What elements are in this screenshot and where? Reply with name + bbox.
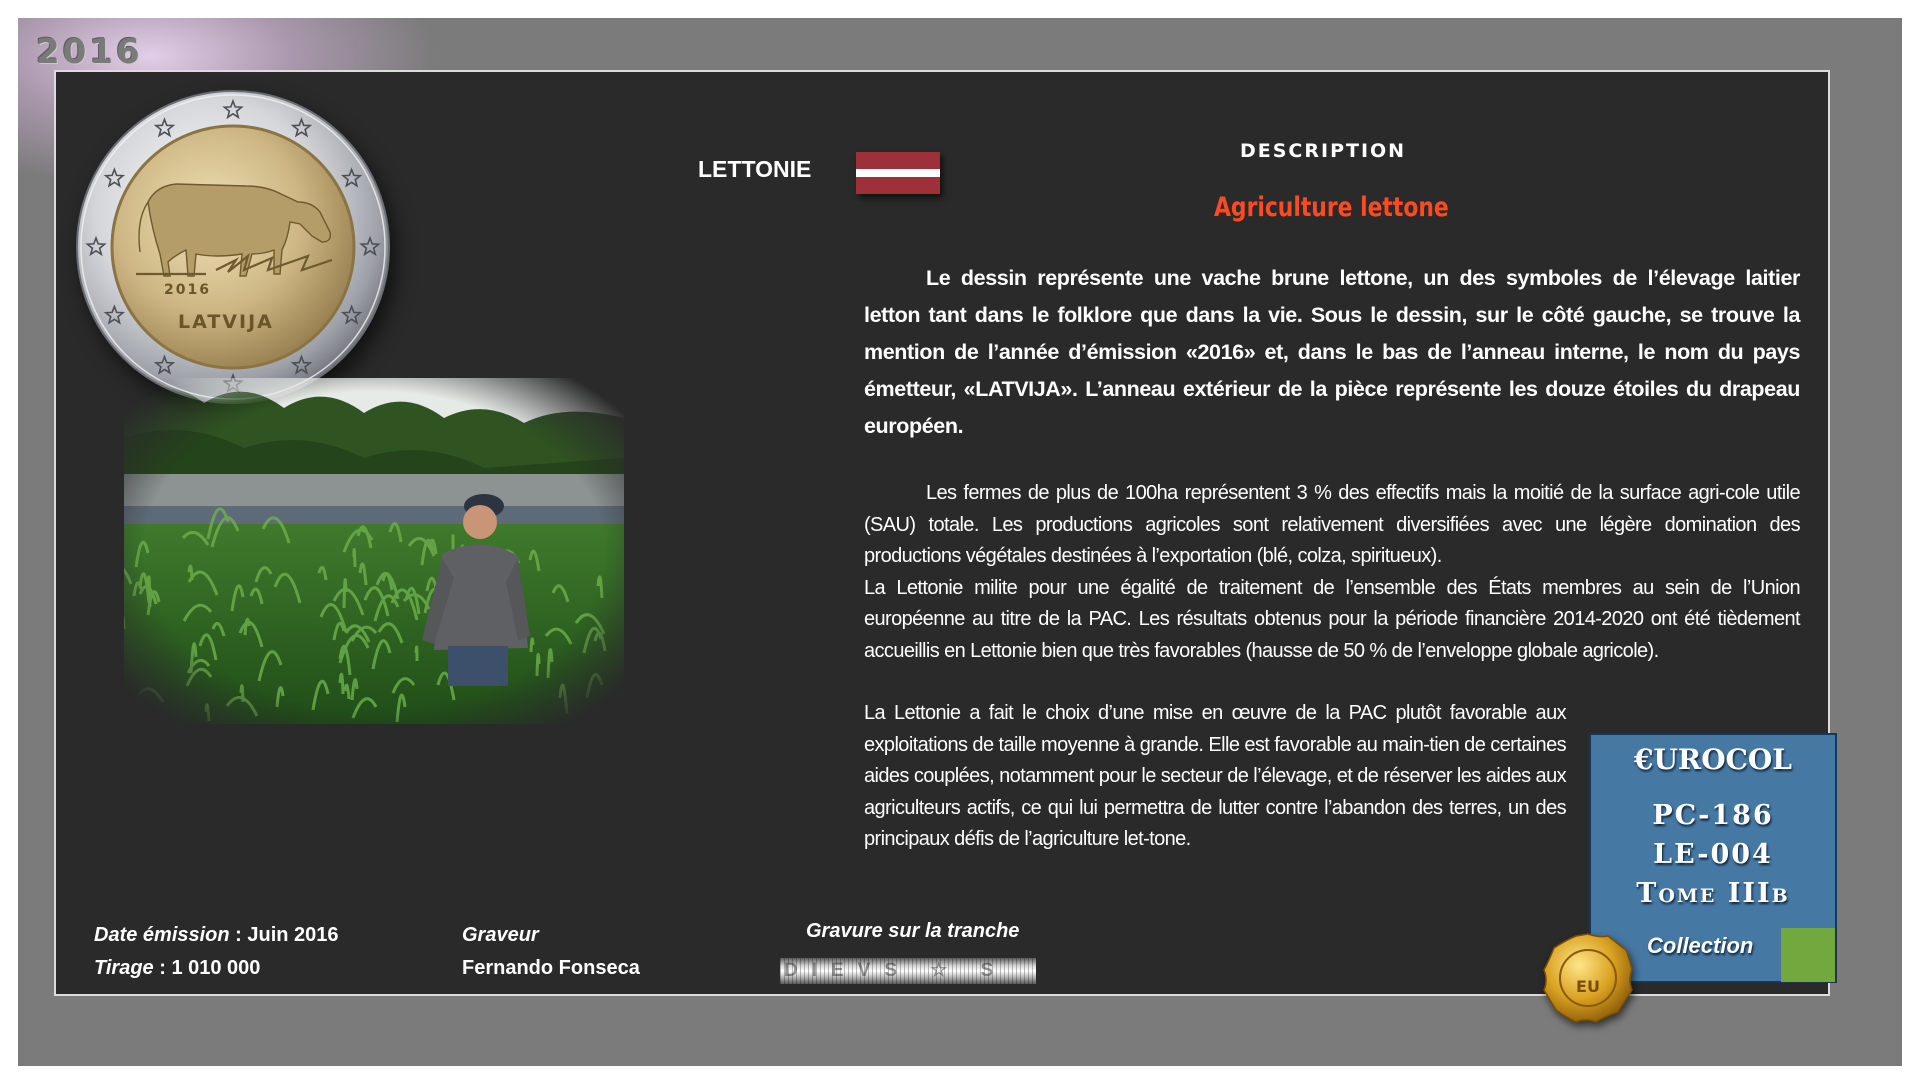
svg-text:EU: EU <box>1576 977 1600 996</box>
edge-inscription-text: DIEVS ☆ S <box>784 960 1008 981</box>
collection-status-square <box>1781 928 1835 982</box>
description-paragraph: Le dessin représente une vache brune let… <box>864 266 1800 438</box>
pac-paragraph: La Lettonie milite pour une égalité de t… <box>864 576 1801 662</box>
catalog-tome: Tome IIIb <box>1636 878 1790 909</box>
engraver-name: Fernando Fonseca <box>462 957 640 979</box>
country-name: LETTONIE <box>698 156 812 182</box>
catalog-code-le: LE-004 <box>1653 839 1773 870</box>
edge-inscription-image: DIEVS ☆ S <box>780 958 1036 984</box>
latvia-flag-icon <box>856 152 940 194</box>
wax-seal-icon: EU <box>1543 933 1633 1023</box>
corn-leaf <box>414 645 419 662</box>
catalog-code-pc: PC-186 <box>1652 800 1774 831</box>
coin-image: 2016 LATVIJA <box>76 90 390 404</box>
coin-subject: Agriculture lettone <box>1214 192 1449 223</box>
corn-leaf <box>352 548 357 568</box>
context-paragraph: Les fermes de plus de 100ha représentent… <box>864 478 1801 667</box>
eurocol-brand: €UROCOL <box>1634 743 1792 776</box>
mintage: Tirage : 1 010 000 <box>94 957 261 979</box>
coin-year-text: 2016 <box>164 282 211 298</box>
description-heading: DESCRIPTION <box>1240 140 1407 162</box>
issue-date: Date émission : Juin 2016 <box>94 924 339 946</box>
farmer-field-photo <box>124 378 624 724</box>
edge-label: Gravure sur la tranche <box>806 920 1020 942</box>
engraver-label: Graveur <box>462 924 539 946</box>
collection-label: Collection <box>1647 933 1754 958</box>
pac-choice-paragraph: La Lettonie a fait le choix d’une mise e… <box>864 702 1567 850</box>
year-tab: 2016 <box>36 32 143 72</box>
coin-country-text: LATVIJA <box>178 311 274 333</box>
